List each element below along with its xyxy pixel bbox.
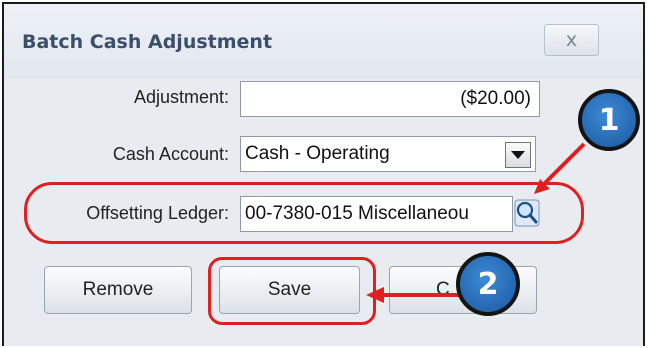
dialog-title: Batch Cash Adjustment [22,31,273,53]
title-bar: Batch Cash Adjustment x [4,4,643,79]
chevron-down-icon[interactable] [505,142,531,168]
remove-button[interactable]: Remove [44,266,192,314]
callout-two-number: 2 [477,266,499,302]
adjustment-label: Adjustment: [133,87,229,107]
dialog-window: Batch Cash Adjustment x Adjustment: ($20… [2,2,645,346]
adjustment-input[interactable]: ($20.00) [240,81,540,117]
cash-account-select[interactable]: Cash - Operating [240,136,536,172]
callout-two-badge: 2 [456,252,520,316]
callout-one-arrow-line [540,142,586,188]
callout-one-badge: 1 [578,89,640,151]
callout-one-number: 1 [598,102,620,138]
close-button[interactable]: x [544,24,599,56]
cash-account-value: Cash - Operating [245,143,390,164]
save-highlight-box [208,257,376,325]
close-icon: x [565,29,578,51]
cash-account-label: Cash Account: [112,144,229,164]
ledger-highlight-oval [24,182,584,244]
